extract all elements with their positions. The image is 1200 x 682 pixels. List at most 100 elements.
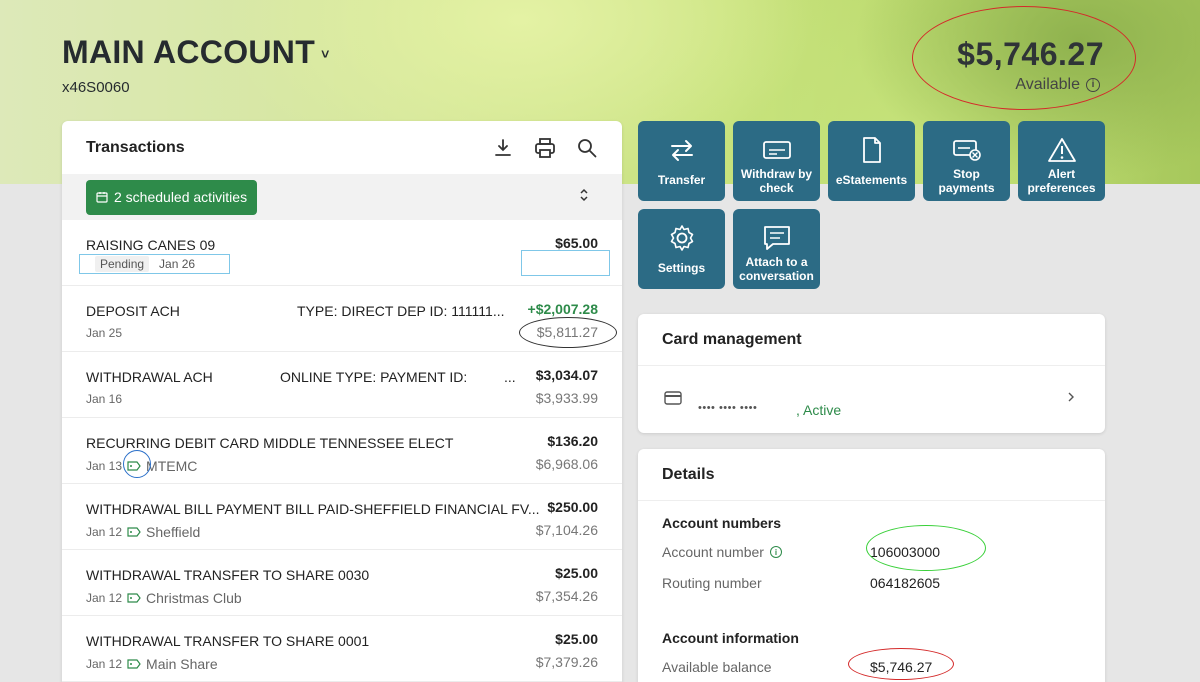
- chat-icon: [762, 223, 792, 253]
- transactions-card: Transactions 2 scheduled activities RAIS…: [62, 121, 622, 682]
- available-balance: $5,746.27: [957, 36, 1104, 72]
- transaction-description: ONLINE TYPE: PAYMENT ID:: [280, 369, 468, 385]
- pending-badge: Pending: [95, 256, 150, 272]
- transaction-amount: $3,034.07: [535, 367, 598, 383]
- scheduled-activities-label: 2 scheduled activities: [114, 189, 248, 205]
- document-icon: [861, 135, 883, 165]
- running-balance: $6,968.06: [535, 456, 598, 472]
- table-row[interactable]: WITHDRAWAL BILL PAYMENT BILL PAID-SHEFFI…: [62, 484, 622, 550]
- transaction-date: Jan 12 Christmas Club: [86, 590, 242, 606]
- table-row[interactable]: WITHDRAWAL TRANSFER TO SHARE 0030 Jan 12…: [62, 550, 622, 616]
- calendar-icon: [96, 192, 108, 203]
- transaction-description: TYPE: DIRECT DEP ID: 111111...: [297, 303, 505, 319]
- masked-card-number: •••• •••• ••••: [698, 402, 758, 414]
- stop-payments-label: Stop payments: [938, 167, 995, 195]
- transaction-date-text: Jan 13: [86, 459, 123, 473]
- account-title-text: MAIN ACCOUNT: [62, 34, 316, 70]
- transfer-icon: [668, 135, 696, 165]
- print-icon[interactable]: [534, 137, 556, 159]
- annotation-oval-green: [866, 525, 986, 571]
- transaction-date: Jan 16: [86, 392, 122, 406]
- transfer-label: Transfer: [657, 173, 706, 187]
- transaction-memo: Christmas Club: [146, 590, 242, 606]
- description-ellipsis: ...: [504, 369, 516, 385]
- account-info-heading: Account information: [662, 630, 799, 646]
- transaction-date-text: Jan 12: [86, 525, 123, 539]
- withdraw-by-check-label: Withdraw by check: [740, 167, 813, 195]
- info-icon[interactable]: i: [1086, 78, 1100, 92]
- attach-conversation-button[interactable]: Attach to a conversation: [733, 209, 820, 289]
- download-icon[interactable]: [492, 137, 514, 159]
- transaction-amount: $250.00: [547, 499, 598, 515]
- estatements-label: eStatements: [835, 173, 908, 187]
- estatements-button[interactable]: eStatements: [828, 121, 915, 201]
- account-numbers-heading: Account numbers: [662, 515, 782, 531]
- transaction-date: Jan 12 Sheffield: [86, 524, 200, 540]
- tag-icon: [127, 659, 141, 669]
- search-icon[interactable]: [576, 137, 598, 159]
- transaction-name: WITHDRAWAL BILL PAYMENT BILL PAID-SHEFFI…: [86, 501, 540, 517]
- table-row[interactable]: WITHDRAWAL ACH ONLINE TYPE: PAYMENT ID: …: [62, 352, 622, 418]
- expand-toggle-icon[interactable]: [578, 186, 590, 209]
- running-balance: $3,933.99: [535, 390, 598, 406]
- running-balance: $7,354.26: [535, 588, 598, 604]
- transfer-button[interactable]: Transfer: [638, 121, 725, 201]
- running-balance: $7,379.26: [535, 654, 598, 670]
- transaction-memo: Sheffield: [146, 524, 201, 540]
- transaction-amount: $136.20: [547, 433, 598, 449]
- transactions-title: Transactions: [86, 138, 185, 156]
- stop-payments-button[interactable]: Stop payments: [923, 121, 1010, 201]
- card-management-title: Card management: [638, 314, 1105, 366]
- annotation-oval-red: [848, 648, 954, 680]
- settings-label: Settings: [657, 261, 706, 275]
- transaction-amount: +$2,007.28: [527, 301, 598, 317]
- transaction-date-text: Jan 26: [159, 257, 196, 271]
- transaction-amount: $65.00: [555, 235, 598, 251]
- annotation-oval-blue: [123, 450, 151, 478]
- card-management-card: Card management •••• •••• •••• , Active: [638, 314, 1105, 433]
- routing-number-label: Routing number: [662, 575, 762, 591]
- account-number-label-text: Account number: [662, 544, 764, 560]
- pending-status: Pending Jan 26: [79, 254, 230, 274]
- table-row[interactable]: WITHDRAWAL TRANSFER TO SHARE 0001 Jan 12…: [62, 616, 622, 682]
- account-number: x46S0060: [62, 79, 130, 96]
- info-icon[interactable]: i: [769, 546, 782, 558]
- account-title[interactable]: MAIN ACCOUNT ˅: [62, 34, 330, 71]
- annotation-box-blue: [521, 250, 610, 276]
- transaction-amount: $25.00: [555, 631, 598, 647]
- available-label: Available i: [1015, 76, 1100, 94]
- transactions-header: Transactions: [62, 121, 622, 174]
- card-status: , Active: [796, 402, 842, 418]
- available-label-text: Available: [1015, 76, 1080, 93]
- transaction-name: WITHDRAWAL TRANSFER TO SHARE 0001: [86, 633, 370, 649]
- tag-icon: [127, 593, 141, 603]
- scheduled-activities-button[interactable]: 2 scheduled activities: [86, 179, 258, 215]
- gear-icon: [667, 223, 697, 253]
- transaction-name: WITHDRAWAL TRANSFER TO SHARE 0030: [86, 567, 370, 583]
- credit-card-icon: [664, 391, 682, 410]
- transaction-name: DEPOSIT ACH: [86, 303, 180, 319]
- transaction-memo: MTEMC: [146, 458, 198, 474]
- transaction-name: RAISING CANES 09: [86, 237, 216, 253]
- details-title: Details: [638, 449, 1105, 501]
- settings-button[interactable]: Settings: [638, 209, 725, 289]
- alert-preferences-button[interactable]: Alert preferences: [1018, 121, 1105, 201]
- chevron-down-icon[interactable]: ˅: [321, 46, 329, 62]
- check-icon: [762, 135, 792, 165]
- transaction-date-text: Jan 12: [86, 657, 123, 671]
- account-number-label: Account number i: [662, 544, 782, 560]
- tag-icon: [127, 527, 141, 537]
- transaction-memo: Main Share: [146, 656, 218, 672]
- routing-number-value: 064182605: [870, 575, 941, 591]
- balance-summary: $5,746.27 Available i: [912, 6, 1136, 110]
- card-item[interactable]: •••• •••• •••• , Active: [638, 366, 1105, 432]
- available-balance-label: Available balance: [662, 659, 772, 675]
- transaction-name: RECURRING DEBIT CARD MIDDLE TENNESSEE EL…: [86, 435, 454, 451]
- stop-payment-icon: [952, 135, 982, 165]
- transaction-name: WITHDRAWAL ACH: [86, 369, 213, 385]
- attach-conversation-label: Attach to a conversation: [739, 255, 814, 283]
- chevron-right-icon[interactable]: [1067, 390, 1075, 406]
- withdraw-by-check-button[interactable]: Withdraw by check: [733, 121, 820, 201]
- transaction-date-text: Jan 25: [86, 326, 123, 340]
- transaction-date-text: Jan 16: [86, 392, 123, 406]
